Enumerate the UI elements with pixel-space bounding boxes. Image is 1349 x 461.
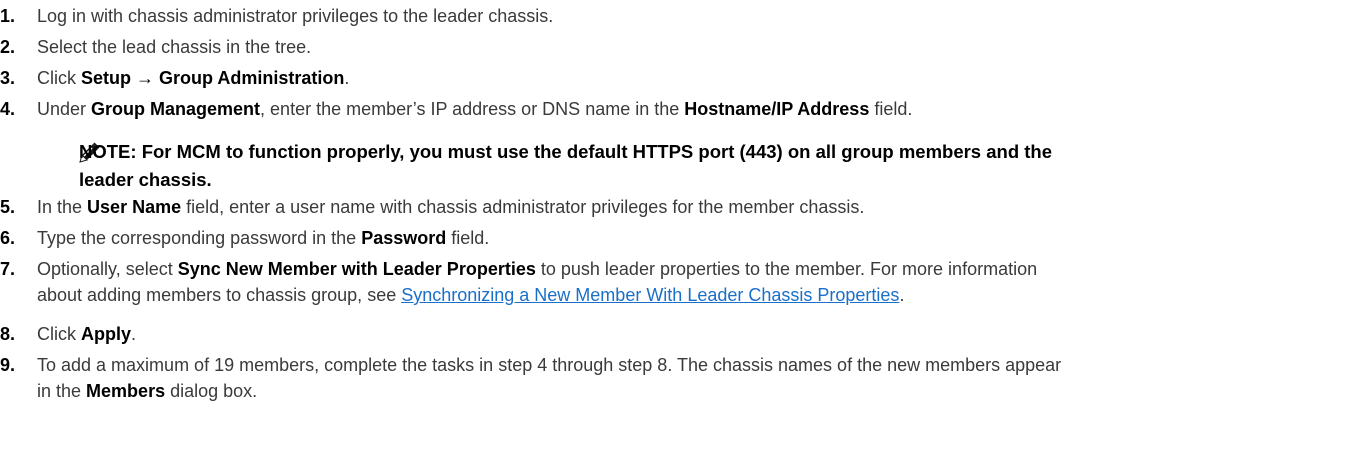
step-line: Under Group Management, enter the member…: [37, 96, 1337, 122]
step-text: To add a maximum of 19 members, complete…: [37, 352, 1337, 404]
step-text-run: .: [131, 324, 137, 344]
step-line: about adding members to chassis group, s…: [37, 282, 1337, 308]
step-number: 4.: [0, 99, 16, 119]
step-number: 2.: [0, 37, 16, 57]
step-number: 6.: [0, 228, 16, 248]
step-text: Click Setup → Group Administration.: [37, 65, 1337, 91]
step-text-run: in the: [37, 381, 87, 401]
ui-term: Members: [86, 381, 166, 401]
step-line: Select the lead chassis in the tree.: [37, 34, 1337, 60]
ui-term: Hostname/IP Address: [684, 99, 870, 119]
step-text-run: Select the lead chassis in the tree.: [37, 37, 312, 57]
step-text-run: Click: [37, 68, 81, 88]
step-text-run: to push leader properties to the member.…: [535, 259, 1038, 279]
step-text: Type the corresponding password in the P…: [37, 225, 1337, 251]
note-line-1: NOTE: For MCM to function properly, you …: [79, 141, 1053, 162]
cross-reference-link[interactable]: Synchronizing a New Member With Leader C…: [401, 285, 899, 305]
step-text-run: Type the corresponding password in the: [37, 228, 362, 248]
ui-term: Group Management: [91, 99, 261, 119]
step-text-run: dialog box.: [165, 381, 258, 401]
step-text-run: .: [344, 68, 350, 88]
step-number: 5.: [0, 197, 16, 217]
step-text: Select the lead chassis in the tree.: [37, 34, 1337, 60]
step-line: Click Apply.: [37, 321, 1337, 347]
step-text-run: field, enter a user name with chassis ad…: [181, 197, 865, 217]
step-line: in the Members dialog box.: [37, 378, 1337, 404]
step-number: 9.: [0, 355, 16, 375]
ui-term: Apply: [81, 324, 132, 344]
step-number: 3.: [0, 68, 16, 88]
step-number: 1.: [0, 6, 16, 26]
step-text-run: .: [899, 285, 905, 305]
step-text-run: To add a maximum of 19 members, complete…: [37, 355, 1062, 375]
ui-term: User Name: [87, 197, 182, 217]
ui-term: Sync New Member with Leader Properties: [177, 259, 536, 279]
step-text-run: Log in with chassis administrator privil…: [37, 6, 554, 26]
step-text-run: field.: [869, 99, 913, 119]
step-text: Under Group Management, enter the member…: [37, 96, 1337, 122]
step-text: Log in with chassis administrator privil…: [37, 3, 1337, 29]
step-line: Type the corresponding password in the P…: [37, 225, 1337, 251]
note-line-2: leader chassis.: [79, 169, 212, 190]
note-callout: NOTE: For MCM to function properly, you …: [79, 138, 1339, 194]
step-line: Log in with chassis administrator privil…: [37, 3, 1337, 29]
step-line: In the User Name field, enter a user nam…: [37, 194, 1337, 220]
ui-term: Password: [361, 228, 447, 248]
step-text-run: In the: [37, 197, 88, 217]
step-text-run: Optionally, select: [37, 259, 178, 279]
step-text-run: Under: [37, 99, 92, 119]
step-text: Click Apply.: [37, 321, 1337, 347]
step-line: To add a maximum of 19 members, complete…: [37, 352, 1337, 378]
step-line: Optionally, select Sync New Member with …: [37, 256, 1337, 282]
step-text-run: field.: [446, 228, 490, 248]
step-number: 8.: [0, 324, 16, 344]
step-text-run: , enter the member’s IP address or DNS n…: [260, 99, 685, 119]
step-number: 7.: [0, 259, 16, 279]
ui-term: Setup → Group Administration: [81, 68, 345, 88]
step-text: Optionally, select Sync New Member with …: [37, 256, 1337, 308]
step-text: In the User Name field, enter a user nam…: [37, 194, 1337, 220]
step-text-run: Click: [37, 324, 81, 344]
step-line: Click Setup → Group Administration.: [37, 65, 1337, 91]
step-text-run: about adding members to chassis group, s…: [37, 285, 402, 305]
